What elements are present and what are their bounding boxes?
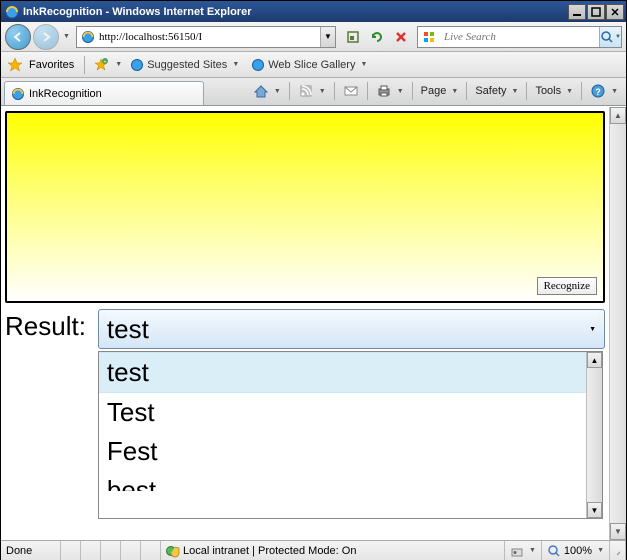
add-to-favorites-icon[interactable]: + (93, 57, 109, 73)
web-slice-label: Web Slice Gallery (268, 59, 355, 71)
globe-shield-icon (166, 544, 180, 558)
page-scrollbar[interactable]: ▲▼ (609, 107, 626, 540)
close-button[interactable] (606, 4, 624, 20)
browser-tab[interactable]: InkRecognition (4, 81, 204, 105)
read-mail-button[interactable] (339, 81, 363, 101)
address-bar[interactable]: ▼ (76, 26, 336, 48)
bing-flag-icon (420, 28, 438, 46)
suggested-sites-label: Suggested Sites (147, 59, 227, 71)
feeds-button[interactable]: ▼ (294, 81, 330, 101)
status-text: Done (1, 541, 61, 560)
command-bar: ▼ ▼ ▼ Page▼ Safety▼ Tools▼ ?▼ (234, 77, 626, 105)
search-input[interactable] (440, 30, 599, 44)
help-button[interactable]: ?▼ (586, 81, 622, 101)
url-input[interactable] (99, 30, 320, 44)
tab-row: InkRecognition ▼ ▼ ▼ Page▼ Safety▼ Tools… (1, 78, 626, 106)
url-dropdown[interactable]: ▼ (320, 27, 335, 47)
favorites-bar: Favorites + ▼ Suggested Sites ▼ Web Slic… (1, 52, 626, 78)
dropdown-scrollbar[interactable]: ▲▼ (586, 352, 602, 518)
ie-icon (5, 5, 19, 19)
window-titlebar: InkRecognition - Windows Internet Explor… (1, 1, 626, 22)
print-button[interactable]: ▼ (372, 81, 408, 101)
forward-button[interactable] (33, 24, 59, 50)
result-dropdown: test Test Fest best ▲▼ (98, 351, 603, 519)
search-button[interactable]: ▼ (599, 27, 621, 47)
chevron-down-icon: ▼ (589, 326, 596, 333)
back-button[interactable] (5, 24, 31, 50)
nav-history-dropdown[interactable]: ▼ (63, 33, 70, 40)
status-bar: Done Local intranet | Protected Mode: On… (1, 540, 626, 560)
dropdown-item[interactable]: test (99, 352, 586, 393)
window-title: InkRecognition - Windows Internet Explor… (23, 6, 251, 18)
maximize-button[interactable] (587, 4, 605, 20)
ie-page-icon (79, 28, 97, 46)
tools-menu[interactable]: Tools▼ (531, 83, 577, 99)
favorites-label[interactable]: Favorites (27, 59, 76, 71)
favorites-star-icon[interactable] (7, 57, 23, 73)
ink-canvas[interactable]: Recognize (5, 111, 605, 303)
compat-view-icon[interactable] (342, 26, 364, 48)
minimize-button[interactable] (568, 4, 586, 20)
result-label: Result: (5, 309, 86, 342)
home-button[interactable]: ▼ (249, 81, 285, 101)
svg-text:+: + (104, 59, 107, 65)
page-menu[interactable]: Page▼ (417, 83, 463, 99)
safety-menu[interactable]: Safety▼ (471, 83, 522, 99)
zoom-icon (547, 544, 561, 558)
zoom-control[interactable]: 100% ▼ (542, 541, 610, 560)
suggested-sites-link[interactable]: Suggested Sites ▼ (126, 56, 243, 74)
dropdown-item[interactable]: Fest (99, 432, 586, 471)
search-bar[interactable]: ▼ (417, 26, 622, 48)
resize-grip[interactable] (610, 541, 626, 560)
recognize-button[interactable]: Recognize (537, 277, 597, 295)
dropdown-item[interactable]: Test (99, 393, 586, 432)
tab-title: InkRecognition (29, 88, 102, 100)
stop-button[interactable] (390, 26, 412, 48)
dropdown-item[interactable]: best (99, 471, 586, 491)
ie-page-icon (11, 87, 25, 101)
zone-indicator[interactable]: Local intranet | Protected Mode: On (161, 541, 505, 560)
refresh-button[interactable] (366, 26, 388, 48)
combobox-selected-text: test (107, 314, 149, 345)
content-area: Recognize Result: test ▼ test Test Fest … (1, 106, 626, 540)
svg-text:?: ? (595, 87, 601, 97)
navigation-bar: ▼ ▼ ▼ (1, 22, 626, 52)
result-combobox[interactable]: test ▼ (98, 309, 605, 349)
web-slice-gallery-link[interactable]: Web Slice Gallery ▼ (247, 56, 371, 74)
protected-mode-toggle[interactable]: ▼ (505, 541, 542, 560)
